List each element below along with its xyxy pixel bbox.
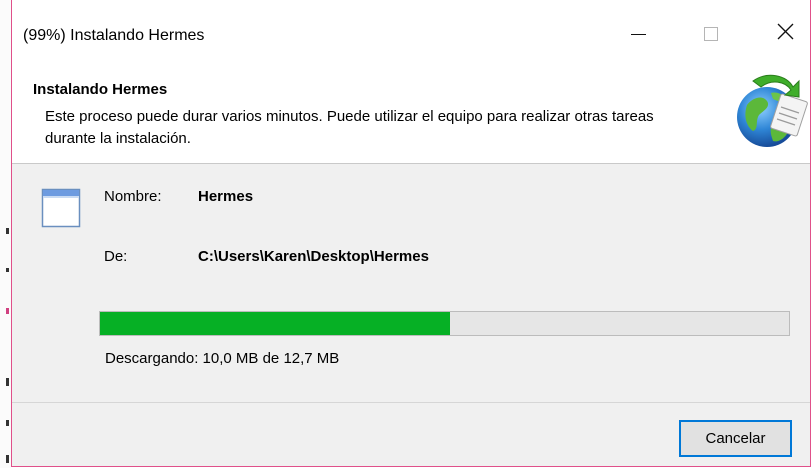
minimize-icon bbox=[630, 33, 646, 35]
maximize-button bbox=[688, 14, 734, 54]
close-icon bbox=[777, 23, 794, 45]
minimize-button[interactable] bbox=[615, 14, 661, 54]
header-description: Este proceso puede durar varios minutos.… bbox=[45, 108, 654, 147]
window-title: (99%) Instalando Hermes bbox=[23, 27, 205, 44]
edge-mark bbox=[6, 420, 9, 426]
installer-window: (99%) Instalando Hermes Instalando Herme… bbox=[11, 0, 811, 467]
from-value: C:\Users\Karen\Desktop\Hermes bbox=[198, 248, 429, 265]
installer-body: Nombre: Hermes De: C:\Users\Karen\Deskto… bbox=[12, 164, 810, 466]
background-window-edge bbox=[0, 0, 11, 468]
header-title: Instalando Hermes bbox=[33, 81, 168, 98]
maximize-icon bbox=[704, 27, 718, 41]
name-value: Hermes bbox=[198, 188, 254, 205]
edge-mark bbox=[6, 228, 9, 234]
edge-mark bbox=[6, 378, 9, 386]
edge-mark bbox=[6, 455, 9, 463]
name-label: Nombre: bbox=[104, 188, 162, 205]
download-progress-bar bbox=[99, 311, 790, 336]
globe-installer-icon bbox=[729, 67, 809, 157]
edge-mark bbox=[6, 308, 9, 314]
title-bar[interactable]: (99%) Instalando Hermes bbox=[12, 0, 810, 66]
installer-header: Instalando Hermes Este proceso puede dur… bbox=[12, 66, 810, 163]
cancel-button[interactable]: Cancelar bbox=[679, 420, 792, 457]
window-app-icon bbox=[41, 188, 81, 228]
edge-mark bbox=[6, 268, 9, 272]
footer-divider bbox=[12, 402, 810, 403]
download-status: Descargando: 10,0 MB de 12,7 MB bbox=[105, 350, 340, 367]
close-button[interactable] bbox=[762, 14, 808, 54]
from-label: De: bbox=[104, 248, 128, 265]
progress-fill bbox=[100, 312, 450, 335]
